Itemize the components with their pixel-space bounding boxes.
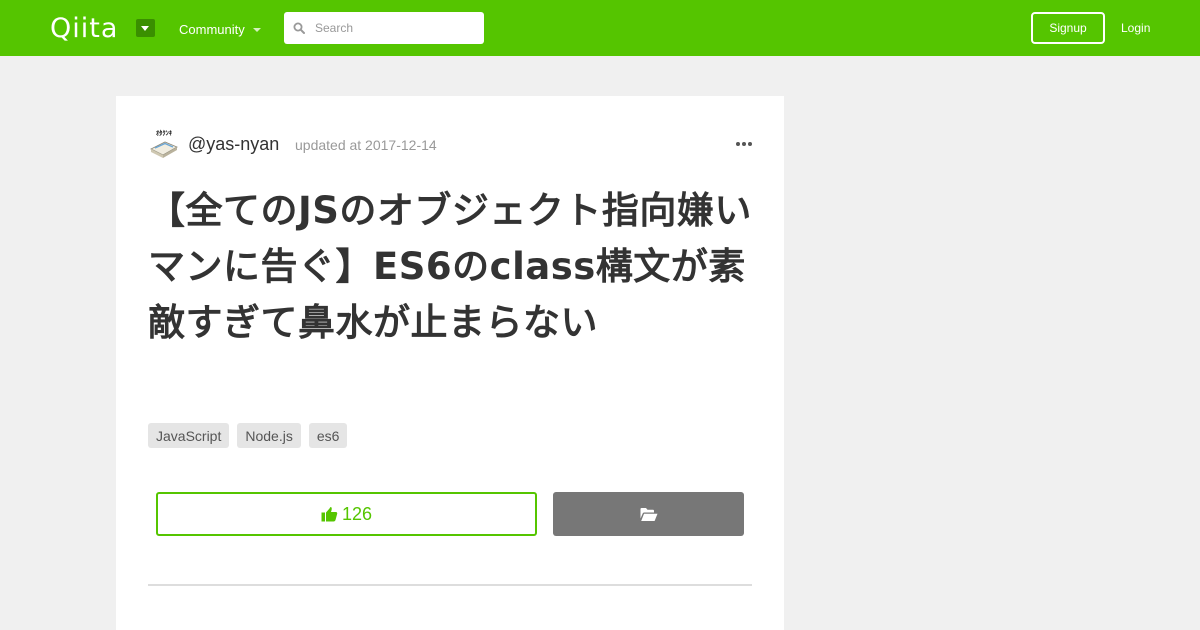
search-icon [293, 22, 305, 34]
article-card: ｵﾀｸﾝｷ @yas-nyan updated at 2017-12-14 【全… [116, 96, 784, 630]
search-box[interactable] [284, 12, 484, 44]
site-header: Qiita Community Signup Login [0, 0, 1200, 56]
like-button[interactable]: 126 [156, 492, 537, 536]
tag-list: JavaScript Node.js es6 [148, 423, 348, 448]
divider [148, 584, 752, 586]
login-link[interactable]: Login [1121, 21, 1150, 35]
stock-button[interactable] [553, 492, 744, 536]
community-label: Community [179, 22, 245, 37]
folder-open-icon [640, 507, 657, 521]
tag-javascript[interactable]: JavaScript [148, 423, 230, 448]
search-input[interactable] [315, 12, 475, 44]
author-name[interactable]: @yas-nyan [188, 134, 279, 155]
thumbs-up-icon [321, 506, 338, 522]
avatar-text: ｵﾀｸﾝｷ [156, 128, 173, 137]
more-horizontal-icon[interactable] [736, 142, 752, 146]
tag-es6[interactable]: es6 [308, 423, 348, 448]
tag-nodejs[interactable]: Node.js [237, 423, 301, 448]
community-menu[interactable]: Community [179, 22, 261, 37]
article-title: 【全てのJSのオブジェクト指向嫌いマンに告ぐ】ES6のclass構文が素敵すぎて… [148, 189, 752, 344]
chevron-down-icon[interactable] [136, 19, 155, 37]
signup-button[interactable]: Signup [1031, 12, 1105, 44]
avatar[interactable]: ｵﾀｸﾝｷ [148, 128, 180, 160]
like-count: 126 [341, 503, 373, 524]
caret-down-icon [252, 28, 261, 32]
qiita-logo[interactable]: Qiita [50, 12, 118, 44]
logo-text: Qiita [50, 12, 119, 44]
updated-date: updated at 2017-12-14 [295, 137, 437, 153]
